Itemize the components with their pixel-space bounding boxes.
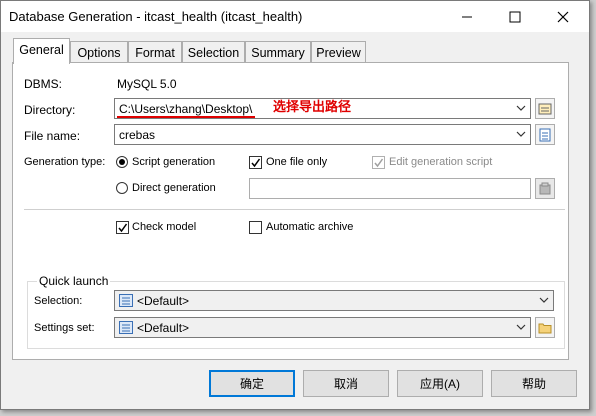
selection-value: <Default> [137,294,190,308]
tab-options[interactable]: Options [70,41,128,63]
selection-label: Selection: [34,295,83,307]
direct-generation-radio[interactable] [116,182,128,194]
minimize-button[interactable] [444,1,490,32]
filename-value: crebas [119,128,156,142]
checkmark-icon [251,158,261,168]
filename-combo[interactable]: crebas [114,124,531,145]
check-model-checkbox[interactable] [116,221,129,234]
settings-folder-button[interactable] [535,317,555,338]
settings-set-label: Settings set: [34,322,95,334]
dialog-window: Database Generation - itcast_health (itc… [0,0,590,410]
window-title: Database Generation - itcast_health (itc… [9,9,303,24]
selection-combo[interactable]: <Default> [114,290,554,311]
dbms-label: DBMS: [24,77,63,91]
chevron-down-icon [516,324,526,330]
tab-selection[interactable]: Selection [182,41,245,63]
apply-button[interactable]: 应用(A) [397,370,483,397]
automatic-archive-checkbox[interactable] [249,221,262,234]
tab-format[interactable]: Format [128,41,182,63]
folder-icon [538,323,552,334]
minimize-icon [462,16,472,17]
chevron-down-icon [516,105,526,111]
data-source-field[interactable] [249,178,531,199]
document-icon [539,128,551,141]
edit-script-label: Edit generation script [389,156,493,168]
title-bar: Database Generation - itcast_health (itc… [1,1,589,32]
directory-label: Directory: [24,103,76,117]
script-generation-label: Script generation [132,156,216,168]
chevron-down-icon [516,131,526,137]
tab-summary[interactable]: Summary [245,41,311,63]
checkmark-icon [374,158,384,168]
close-icon [557,11,569,22]
tab-general[interactable]: General [13,38,70,64]
gentype-label: Generation type: [24,156,106,168]
ok-button[interactable]: 确定 [209,370,295,397]
data-source-button[interactable] [535,178,555,199]
close-button[interactable] [540,1,586,32]
settings-set-combo[interactable]: <Default> [114,317,531,338]
separator [24,209,565,210]
direct-generation-label: Direct generation [132,182,216,194]
checkmark-icon [118,223,128,233]
annotation-underline [117,116,255,118]
directory-value: C:\Users\zhang\Desktop\ [119,102,253,116]
settings-set-value: <Default> [137,321,190,335]
automatic-archive-label: Automatic archive [266,221,354,233]
one-file-only-checkbox[interactable] [249,156,262,169]
maximize-icon [509,11,521,22]
grid-list-icon [119,321,133,334]
filename-label: File name: [24,129,81,143]
annotation-text: 选择导出路径 [273,99,352,114]
chevron-down-icon [539,297,549,303]
help-button[interactable]: 帮助 [491,370,577,397]
maximize-button[interactable] [492,1,538,32]
one-file-only-label: One file only [266,156,328,168]
check-model-label: Check model [132,221,197,233]
grid-list-icon [119,294,133,307]
database-icon [539,182,551,194]
folder-browse-icon [538,103,552,114]
dbms-value: MySQL 5.0 [117,77,177,91]
browse-directory-button[interactable] [535,98,555,119]
tab-preview[interactable]: Preview [311,41,366,63]
edit-script-checkbox[interactable] [372,156,385,169]
script-generation-radio[interactable] [116,156,128,168]
cancel-button[interactable]: 取消 [303,370,389,397]
file-properties-button[interactable] [535,124,555,145]
quick-launch-title: Quick launch [37,274,111,288]
